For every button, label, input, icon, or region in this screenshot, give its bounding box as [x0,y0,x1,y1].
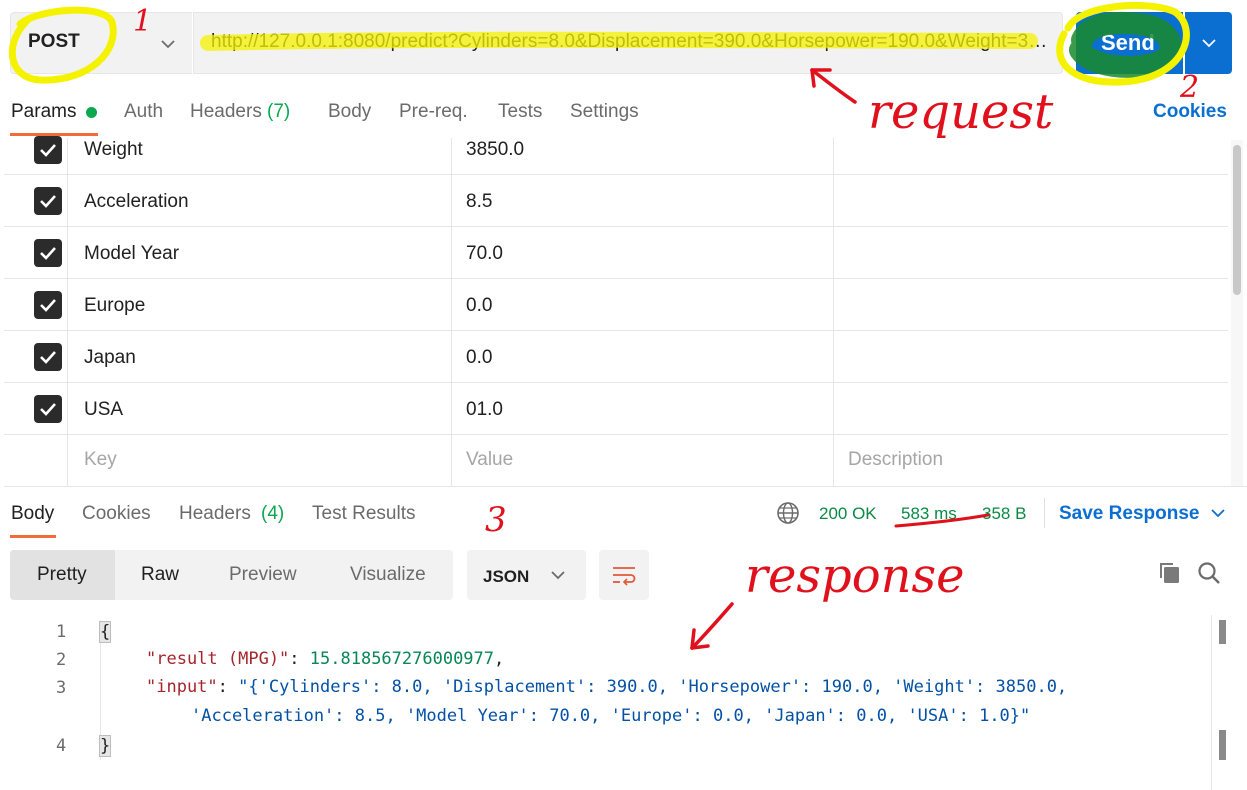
params-active-dot [86,107,97,118]
param-checkbox[interactable] [34,239,62,267]
line-number: 1 [56,622,67,642]
row-divider [4,226,1228,227]
param-checkbox[interactable] [34,291,62,319]
param-key[interactable]: Weight [84,139,143,161]
json-key: "input" [146,677,218,697]
annotation-number-three: 3 [485,500,507,540]
globe-icon[interactable] [776,501,800,525]
chevron-down-icon [551,571,565,580]
row-divider [4,278,1228,279]
json-key: "result (MPG)" [146,649,290,669]
json-string-wrapped: 'Acceleration': 8.5, 'Model Year': 70.0,… [191,706,1031,726]
check-icon [40,299,56,312]
send-label: Send [1101,30,1155,55]
close-brace: } [99,735,112,757]
row-divider [4,382,1228,383]
row-divider [4,486,1247,487]
copy-icon[interactable] [1157,560,1183,586]
row-divider [4,330,1228,331]
param-key[interactable]: Model Year [84,243,179,265]
param-checkbox[interactable] [34,187,62,215]
tab-pre-request[interactable]: Pre-req. [399,101,468,123]
view-mode-raw[interactable]: Raw [141,564,179,586]
annotation-number-one: 1 [133,4,153,39]
open-brace: { [99,621,112,643]
tab-headers[interactable]: Headers [190,101,262,123]
response-tab-headers[interactable]: Headers [179,503,251,525]
method-label: POST [28,31,80,52]
annotation-number-two: 2 [1180,70,1200,105]
response-tab-test-results[interactable]: Test Results [312,503,415,525]
tab-tests[interactable]: Tests [498,101,542,123]
url-text[interactable]: http://127.0.0.1:8080/predict?Cylinders=… [211,31,1051,53]
param-checkbox[interactable] [34,136,62,164]
check-icon [40,351,56,364]
params-scrollbar-thumb[interactable] [1233,145,1241,295]
param-value[interactable]: 70.0 [466,243,503,265]
row-divider [4,174,1228,175]
code-scrollbar-marker[interactable] [1219,620,1226,644]
param-key[interactable]: USA [84,399,123,421]
tab-settings[interactable]: Settings [570,101,639,123]
chevron-down-icon[interactable] [158,34,178,54]
check-icon [40,195,56,208]
check-icon [40,144,56,157]
json-string: "{'Cylinders': 8.0, 'Displacement': 390.… [238,677,1068,697]
row-divider [4,434,1228,435]
line-number: 4 [56,736,67,756]
view-mode-visualize[interactable]: Visualize [350,564,426,586]
param-key[interactable]: Europe [84,295,145,317]
format-label: JSON [483,567,530,586]
param-value[interactable]: 0.0 [466,295,492,317]
response-headers-count: (4) [261,503,285,524]
param-value[interactable]: 0.0 [466,347,492,369]
status-code[interactable]: 200 OK [819,504,877,524]
new-key-input[interactable]: Key [84,449,117,471]
tab-auth[interactable]: Auth [124,101,163,123]
chevron-down-icon [1202,39,1216,48]
param-key[interactable]: Japan [84,347,136,369]
chevron-down-icon[interactable] [1208,503,1228,523]
response-size[interactable]: 358 B [982,504,1026,524]
view-mode-preview[interactable]: Preview [229,564,297,586]
active-tab-indicator [10,535,56,538]
annotation-request-label: request [868,84,1054,140]
code-scrollbar-marker[interactable] [1219,730,1226,760]
wrap-lines-icon [613,567,636,586]
tab-body[interactable]: Body [328,101,371,123]
save-response-button[interactable]: Save Response [1059,503,1199,525]
response-tab-body[interactable]: Body [11,503,54,525]
response-tab-cookies[interactable]: Cookies [82,503,151,525]
tab-params[interactable]: Params [11,101,76,123]
line-number: 2 [56,650,67,670]
check-icon [40,403,56,416]
check-icon [40,247,56,260]
code-line-3: "input": "{'Cylinders': 8.0, 'Displaceme… [146,677,1068,697]
param-value[interactable]: 01.0 [466,399,503,421]
new-description-input[interactable]: Description [848,449,943,471]
headers-count: (7) [267,101,291,122]
code-line-2: "result (MPG)": 15.818567276000977, [146,649,505,669]
json-number: 15.818567276000977 [309,649,495,669]
line-number: 3 [56,678,67,698]
param-checkbox[interactable] [34,343,62,371]
response-time[interactable]: 583 ms [901,504,957,524]
divider [1044,498,1045,528]
view-mode-pretty[interactable]: Pretty [37,564,87,586]
code-margin-line [1211,615,1212,790]
param-value[interactable]: 3850.0 [466,139,524,161]
annotation-response-label: response [745,548,965,604]
param-value[interactable]: 8.5 [466,191,492,213]
param-checkbox[interactable] [34,395,62,423]
param-key[interactable]: Acceleration [84,191,189,213]
search-icon[interactable] [1196,560,1222,586]
new-value-input[interactable]: Value [466,449,513,471]
